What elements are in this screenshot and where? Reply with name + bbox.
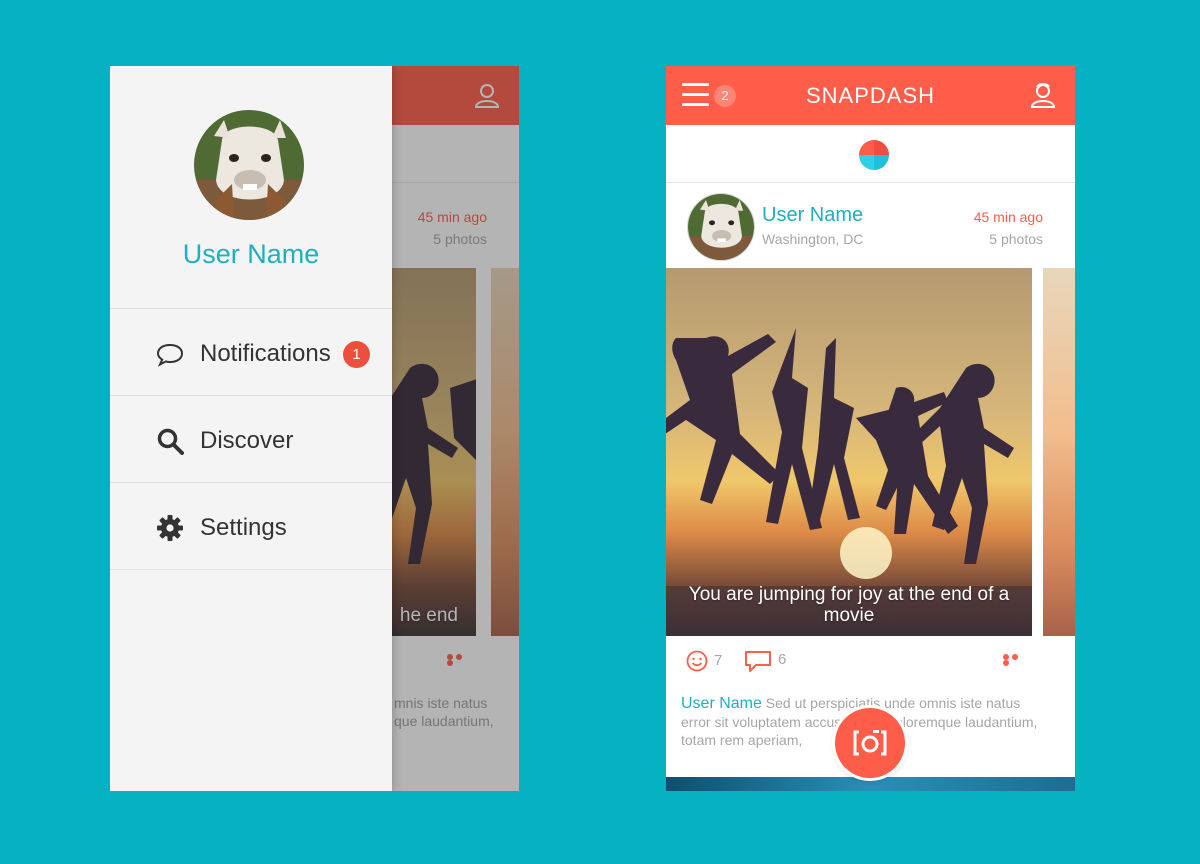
more-dots-icon[interactable]	[1003, 654, 1027, 666]
menu-item-label: Settings	[200, 514, 287, 541]
drawer-menu: Notifications 1 Discover Settings	[110, 308, 392, 570]
smile-count: 7	[714, 652, 723, 669]
drawer-profile: User Name	[110, 66, 392, 308]
feed-screen: 2 SNAPDASH User Name Washington, DC 45 m…	[666, 66, 1075, 791]
menu-item-discover[interactable]: Discover	[110, 395, 392, 482]
post-time: 45 min ago	[973, 209, 1043, 225]
next-post-strip	[666, 777, 1075, 791]
speech-bubble-icon	[156, 343, 184, 367]
camera-button[interactable]	[835, 708, 905, 778]
avatar[interactable]	[687, 193, 755, 261]
post-header: User Name Washington, DC 45 min ago 5 ph…	[666, 183, 1075, 269]
post-caption: You are jumping for joy at the end of a …	[688, 584, 1010, 626]
next-photo[interactable]	[1043, 268, 1075, 636]
app-title: SNAPDASH	[805, 83, 936, 108]
camera-icon	[853, 730, 887, 756]
drawer-user-name[interactable]: User Name	[110, 239, 392, 270]
side-drawer: User Name Notifications 1 Discover Setti…	[110, 66, 392, 791]
app-header: 2 SNAPDASH	[666, 66, 1075, 125]
story-bar	[666, 125, 1075, 183]
post-user-name[interactable]: User Name	[762, 204, 863, 227]
notification-badge: 1	[343, 341, 370, 368]
comment-icon[interactable]	[744, 649, 772, 673]
comment-count: 6	[778, 651, 787, 668]
search-icon	[157, 428, 184, 455]
post-author[interactable]: User Name	[681, 695, 762, 712]
menu-item-label: Notifications	[200, 340, 331, 367]
menu-item-settings[interactable]: Settings	[110, 482, 392, 570]
post-actions: 7 6	[666, 646, 1075, 676]
menu-item-notifications[interactable]: Notifications 1	[110, 308, 392, 395]
post-photo[interactable]: You are jumping for joy at the end of a …	[666, 268, 1032, 636]
drawer-screen: 45 min ago 5 photos he end mnis iste nat…	[110, 66, 519, 791]
people-icon[interactable]	[1029, 81, 1057, 109]
gear-icon	[157, 515, 183, 541]
story-dot-icon[interactable]	[859, 140, 889, 170]
post-photo-count: 5 photos	[989, 231, 1043, 247]
llama-avatar-image	[688, 194, 754, 260]
smile-icon[interactable]	[686, 650, 708, 672]
llama-avatar-image	[194, 110, 304, 220]
avatar[interactable]	[194, 110, 304, 220]
menu-item-label: Discover	[200, 427, 294, 454]
post-location: Washington, DC	[762, 231, 864, 247]
jumping-people-image	[666, 328, 1032, 636]
